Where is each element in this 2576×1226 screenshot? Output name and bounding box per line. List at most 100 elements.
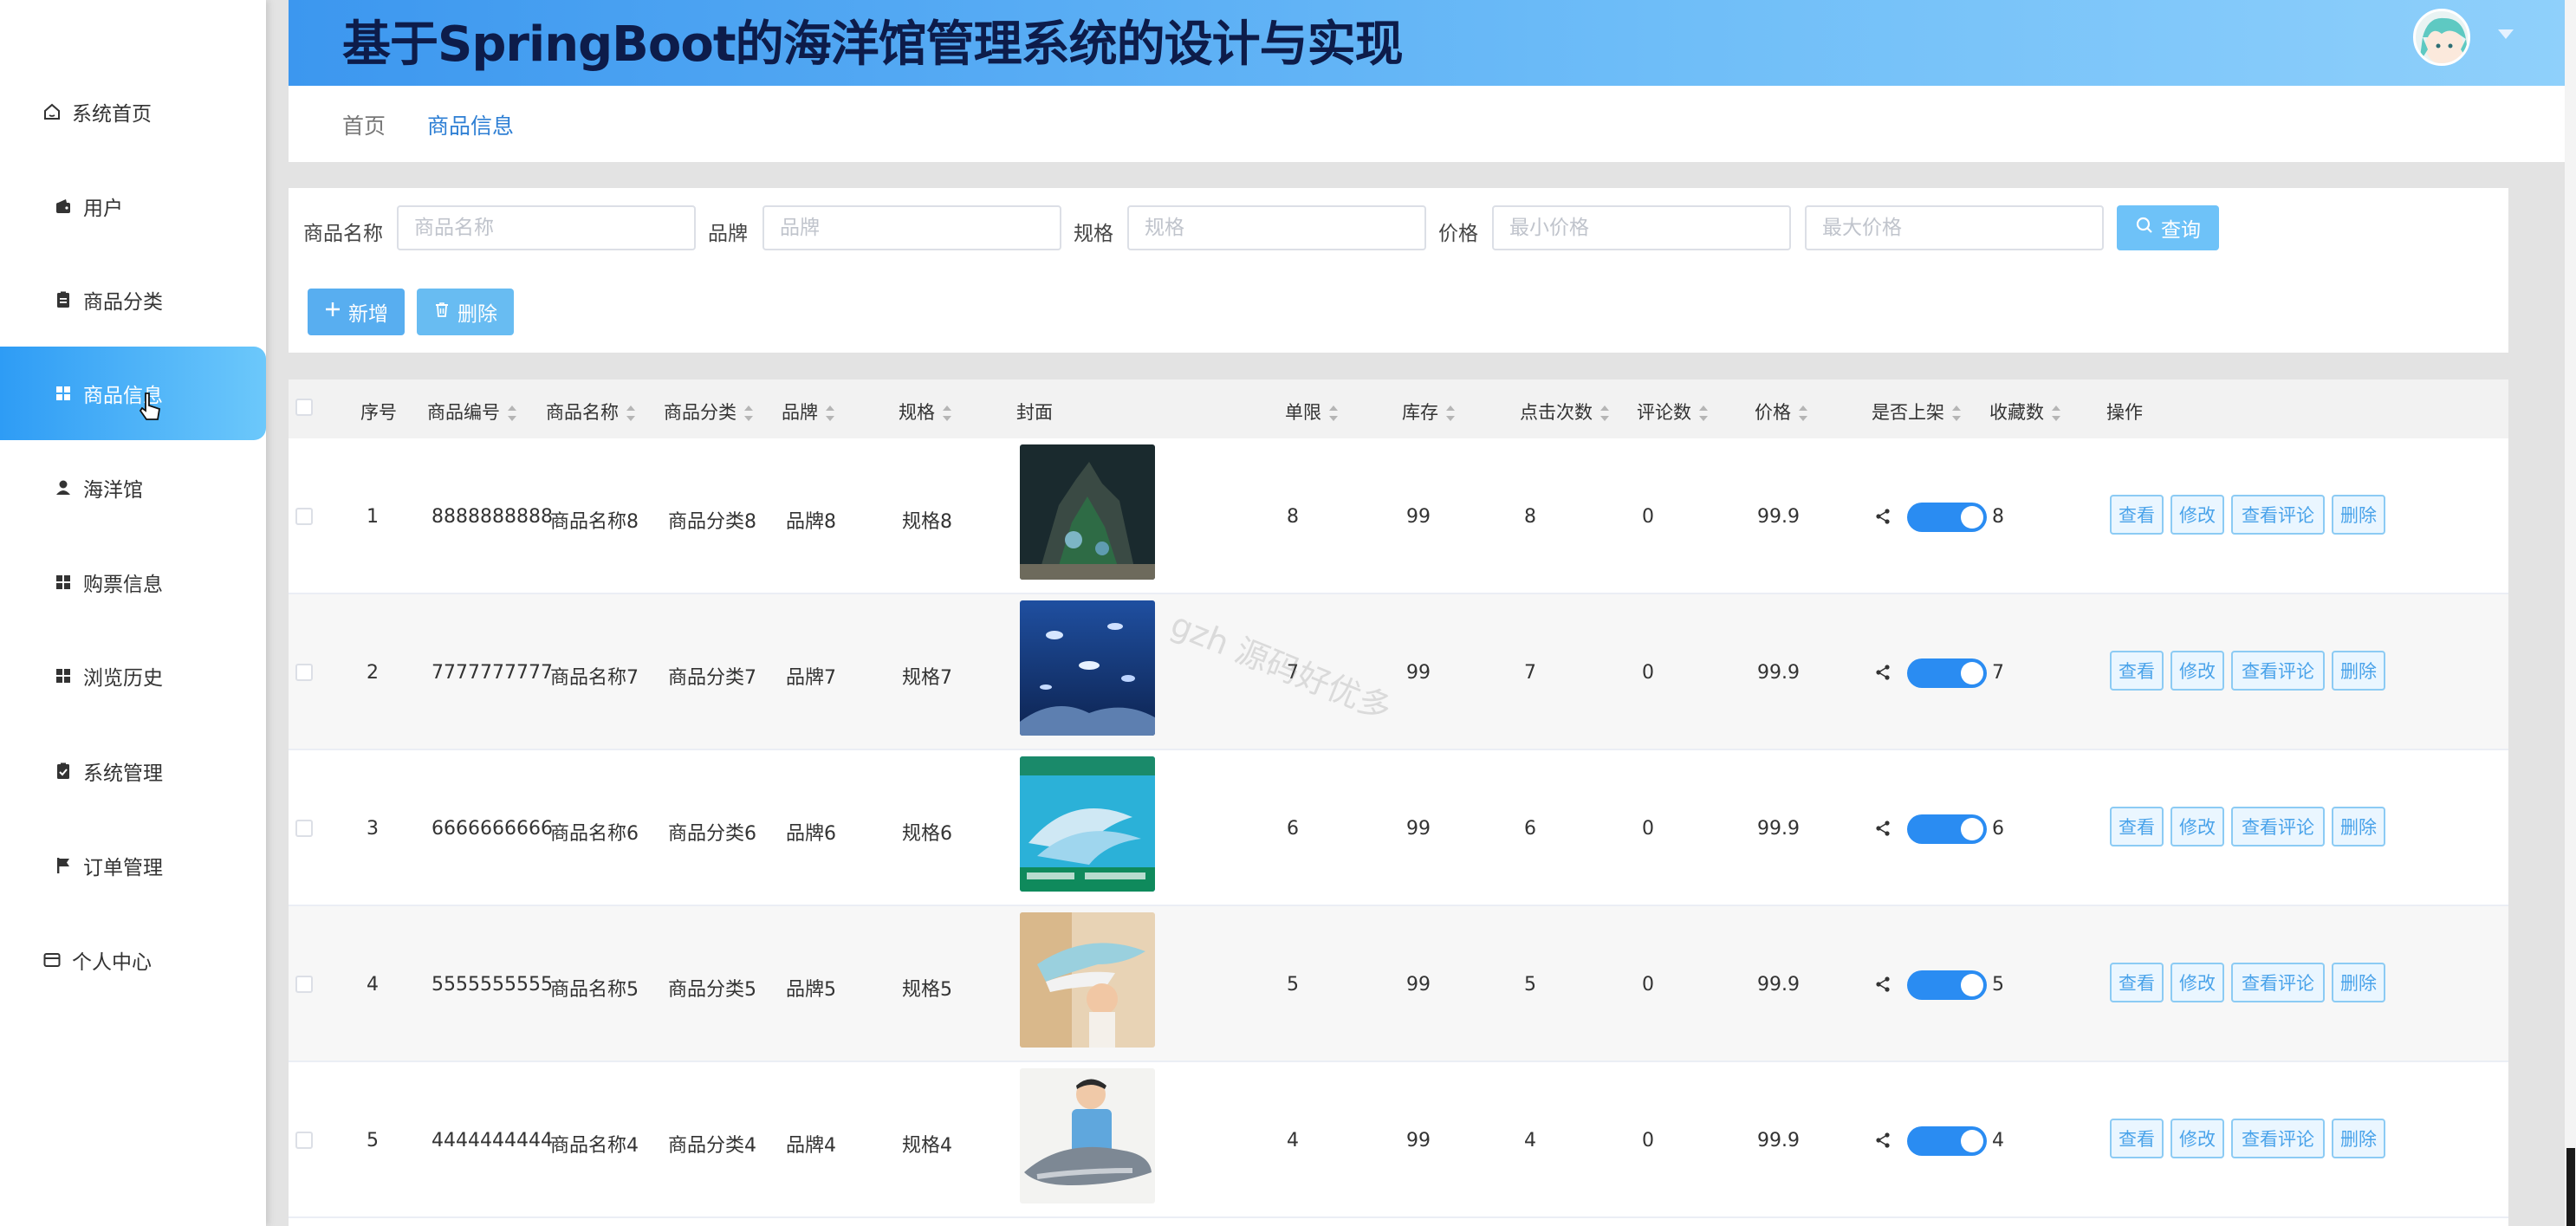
cell-index: 5 xyxy=(367,1130,379,1151)
col-stock[interactable]: 库存 xyxy=(1402,399,1456,425)
breadcrumb: 首页 商品信息 xyxy=(289,86,2565,162)
view-comments-button[interactable]: 查看评论 xyxy=(2231,651,2325,691)
edit-button[interactable]: 修改 xyxy=(2170,963,2224,1002)
tab-product-info[interactable]: 商品信息 xyxy=(427,109,514,140)
row-checkbox[interactable] xyxy=(295,1132,313,1149)
row-delete-button[interactable]: 删除 xyxy=(2332,807,2385,847)
row-checkbox[interactable] xyxy=(295,508,313,525)
edit-button[interactable]: 修改 xyxy=(2170,495,2224,535)
cell-code: 7777777777 xyxy=(431,662,553,684)
sidebar-item-users[interactable]: 用户 xyxy=(0,159,266,253)
row-delete-button[interactable]: 删除 xyxy=(2332,963,2385,1002)
table-row: 5 4444444444 商品名称4 商品分类4 品牌4 规格4 4 99 4 … xyxy=(289,1062,2508,1218)
cover-image xyxy=(1020,444,1155,580)
view-button[interactable]: 查看 xyxy=(2110,495,2164,535)
cell-comments: 0 xyxy=(1642,662,1654,684)
sidebar-item-orders[interactable]: 订单管理 xyxy=(0,819,266,912)
table-row: 2 7777777777 商品名称7 商品分类7 品牌7 规格7 7 99 7 … xyxy=(289,594,2508,750)
select-all-checkbox[interactable] xyxy=(295,399,313,416)
brand-input[interactable] xyxy=(762,205,1061,250)
cell-price: 99.9 xyxy=(1757,1130,1800,1151)
product-name-input[interactable] xyxy=(397,205,696,250)
page-scrollbar[interactable] xyxy=(2565,0,2576,1226)
onsale-toggle[interactable] xyxy=(1907,1126,1987,1156)
col-category[interactable]: 商品分类 xyxy=(664,399,754,425)
view-comments-button[interactable]: 查看评论 xyxy=(2231,1119,2325,1158)
product-table: 序号 商品编号 商品名称 商品分类 品牌 规格 封面 单限 库存 点击次数 评论… xyxy=(289,379,2508,1226)
cell-name: 商品名称6 xyxy=(550,823,639,845)
col-clicks[interactable]: 点击次数 xyxy=(1520,399,1610,425)
cell-clicks: 4 xyxy=(1524,1130,1536,1151)
tab-home[interactable]: 首页 xyxy=(342,109,386,140)
sidebar-item-product-category[interactable]: 商品分类 xyxy=(0,253,266,347)
avatar[interactable] xyxy=(2413,9,2470,66)
sort-icon xyxy=(2051,405,2061,421)
edit-button[interactable]: 修改 xyxy=(2170,651,2224,691)
edit-button[interactable]: 修改 xyxy=(2170,1119,2224,1158)
table-row: 4 5555555555 商品名称5 商品分类5 品牌5 规格5 5 99 5 … xyxy=(289,906,2508,1062)
sidebar-item-label: 个人中心 xyxy=(72,951,152,974)
scrollbar-thumb[interactable] xyxy=(2566,1148,2575,1226)
row-checkbox[interactable] xyxy=(295,664,313,681)
onsale-toggle[interactable] xyxy=(1907,658,1987,688)
col-cover: 封面 xyxy=(1016,402,1053,423)
onsale-toggle[interactable] xyxy=(1907,970,1987,1000)
view-comments-button[interactable]: 查看评论 xyxy=(2231,963,2325,1002)
row-delete-button[interactable]: 删除 xyxy=(2332,1119,2385,1158)
add-button[interactable]: 新增 xyxy=(308,289,405,335)
col-price[interactable]: 价格 xyxy=(1755,399,1808,425)
cell-stock: 99 xyxy=(1406,662,1431,684)
col-favorites[interactable]: 收藏数 xyxy=(1989,399,2061,425)
table-header: 序号 商品编号 商品名称 商品分类 品牌 规格 封面 单限 库存 点击次数 评论… xyxy=(289,379,2508,438)
view-button[interactable]: 查看 xyxy=(2110,807,2164,847)
onsale-toggle[interactable] xyxy=(1907,814,1987,844)
max-price-input[interactable] xyxy=(1805,205,2104,250)
row-checkbox[interactable] xyxy=(295,820,313,837)
grid-icon xyxy=(50,380,76,406)
trash-icon xyxy=(433,301,451,323)
edit-button[interactable]: 修改 xyxy=(2170,807,2224,847)
cell-favorites: 4 xyxy=(1992,1130,2004,1151)
view-comments-button[interactable]: 查看评论 xyxy=(2231,807,2325,847)
view-button[interactable]: 查看 xyxy=(2110,651,2164,691)
sidebar-item-tickets[interactable]: 购票信息 xyxy=(0,535,266,629)
view-comments-button[interactable]: 查看评论 xyxy=(2231,495,2325,535)
min-price-input[interactable] xyxy=(1492,205,1791,250)
cell-limit: 5 xyxy=(1287,974,1299,996)
cell-limit: 8 xyxy=(1287,506,1299,528)
col-onsale[interactable]: 是否上架 xyxy=(1872,399,1962,425)
onsale-toggle[interactable] xyxy=(1907,503,1987,532)
top-header: 基于SpringBoot的海洋馆管理系统的设计与实现 xyxy=(289,0,2565,86)
row-delete-button[interactable]: 删除 xyxy=(2332,651,2385,691)
col-name[interactable]: 商品名称 xyxy=(546,399,636,425)
row-delete-button[interactable]: 删除 xyxy=(2332,495,2385,535)
query-button[interactable]: 查询 xyxy=(2117,205,2219,250)
sidebar-item-home[interactable]: 系统首页 xyxy=(0,65,266,159)
col-comments[interactable]: 评论数 xyxy=(1637,399,1709,425)
sidebar-item-history[interactable]: 浏览历史 xyxy=(0,629,266,723)
col-spec[interactable]: 规格 xyxy=(899,399,952,425)
search-panel: 商品名称 品牌 规格 价格 查询 新增 删除 xyxy=(289,188,2508,353)
row-checkbox[interactable] xyxy=(295,976,313,993)
sort-icon xyxy=(942,405,952,421)
col-brand[interactable]: 品牌 xyxy=(782,399,835,425)
spec-input[interactable] xyxy=(1127,205,1426,250)
cell-brand: 品牌4 xyxy=(786,1135,836,1157)
sort-icon xyxy=(1951,405,1962,421)
share-icon xyxy=(1874,508,1891,529)
cell-favorites: 7 xyxy=(1992,662,2004,684)
sort-icon xyxy=(1698,405,1709,421)
spec-label: 规格 xyxy=(1074,223,1113,245)
sidebar-item-label: 系统首页 xyxy=(72,103,152,126)
delete-button[interactable]: 删除 xyxy=(417,289,514,335)
sidebar-item-system[interactable]: 系统管理 xyxy=(0,724,266,818)
view-button[interactable]: 查看 xyxy=(2110,1119,2164,1158)
sidebar-item-profile[interactable]: 个人中心 xyxy=(0,913,266,1007)
sidebar-item-product-info[interactable]: 商品信息 xyxy=(0,347,266,440)
chevron-down-icon[interactable] xyxy=(2498,29,2514,39)
col-code[interactable]: 商品编号 xyxy=(427,399,517,425)
view-button[interactable]: 查看 xyxy=(2110,963,2164,1002)
col-limit[interactable]: 单限 xyxy=(1285,399,1339,425)
sidebar-item-aquarium[interactable]: 海洋馆 xyxy=(0,441,266,535)
cell-index: 4 xyxy=(367,974,379,996)
